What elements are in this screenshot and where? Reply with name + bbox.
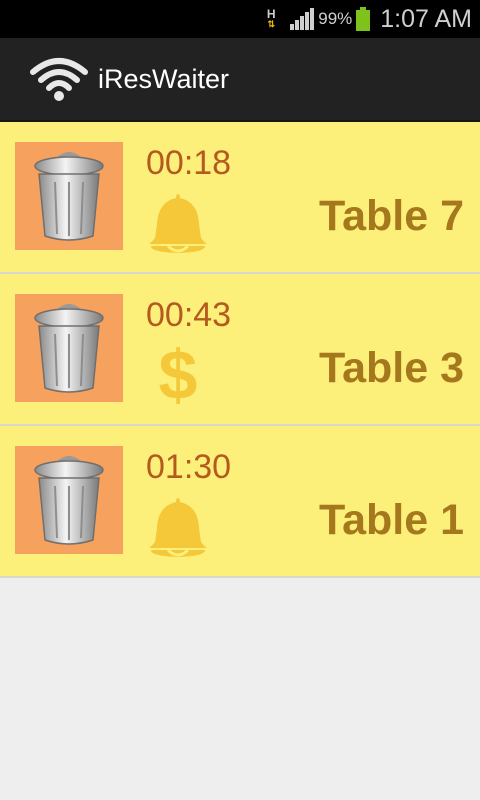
- order-time: 00:18: [146, 144, 232, 182]
- order-time: 01:30: [146, 448, 232, 486]
- table-label: Table 7: [319, 192, 464, 240]
- network-type-indicator: H ⇅: [264, 7, 278, 29]
- battery-icon: [356, 7, 371, 31]
- action-bar: iResWaiter: [0, 38, 480, 122]
- order-list: 00:18 Table 7 00:43 $ Table 3 01:30 Tabl…: [0, 122, 480, 578]
- table-label: Table 1: [319, 496, 464, 544]
- app-title: iResWaiter: [98, 63, 230, 94]
- trash-icon: [34, 456, 104, 545]
- status-clock: 1:07 AM: [380, 4, 472, 33]
- wifi-icon: [30, 58, 88, 101]
- order-row[interactable]: 00:18 Table 7: [0, 122, 480, 274]
- bell-icon: [146, 190, 210, 256]
- order-row[interactable]: 00:43 $ Table 3: [0, 274, 480, 426]
- bell-icon: [146, 494, 210, 560]
- order-row[interactable]: 01:30 Table 1: [0, 426, 480, 578]
- trash-icon: [34, 152, 104, 241]
- signal-strength-icon: [290, 8, 315, 30]
- order-time: 00:43: [146, 296, 232, 334]
- delete-button[interactable]: [15, 142, 123, 250]
- trash-icon: [34, 304, 104, 393]
- delete-button[interactable]: [15, 294, 123, 402]
- table-label: Table 3: [319, 344, 464, 392]
- dollar-icon: $: [158, 336, 198, 414]
- delete-button[interactable]: [15, 446, 123, 554]
- status-bar: H ⇅ 99% 1:07 AM: [0, 0, 480, 38]
- network-type-label: H: [266, 7, 276, 21]
- battery-percent: 99%: [318, 9, 353, 28]
